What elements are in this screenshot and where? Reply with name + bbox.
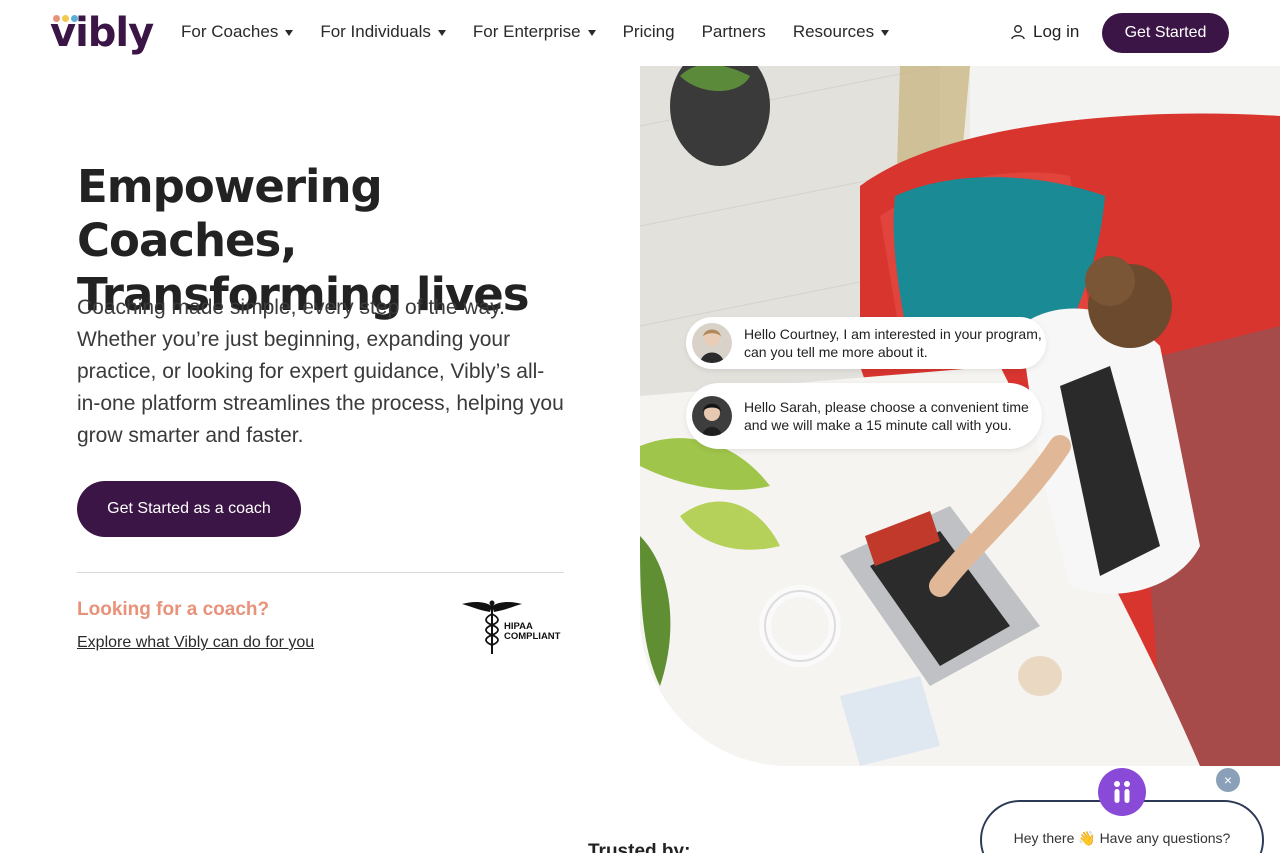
- nav-for-enterprise[interactable]: For Enterprise: [473, 21, 596, 43]
- chat-message: Hello Courtney, I am interested in your …: [744, 326, 1042, 360]
- explore-vibly-link[interactable]: Explore what Vibly can do for you: [77, 633, 314, 653]
- logo-dots: [51, 15, 81, 23]
- login-link[interactable]: Log in: [1010, 21, 1079, 43]
- chat-widget-close-button[interactable]: ×: [1216, 768, 1240, 792]
- get-started-coach-button[interactable]: Get Started as a coach: [77, 481, 301, 537]
- chat-bubble-courtney: Hello Courtney, I am interested in your …: [686, 317, 1046, 369]
- looking-for-coach-heading: Looking for a coach?: [77, 599, 270, 620]
- nav-for-coaches[interactable]: For Coaches: [181, 21, 294, 43]
- chat-bubble-sarah: Hello Sarah, please choose a convenient …: [686, 383, 1042, 449]
- get-started-button[interactable]: Get Started: [1102, 13, 1229, 53]
- chatbot-logo-icon: [1114, 781, 1130, 803]
- chat-widget-greeting: Hey there 👋 Have any questions?: [1013, 830, 1231, 846]
- vibly-logo[interactable]: vibly: [50, 10, 154, 56]
- user-icon: [1011, 25, 1025, 40]
- avatar: [692, 396, 732, 436]
- hero-description: Coaching made simple, every step of the …: [77, 296, 564, 447]
- chat-message: Hello Sarah, please choose a convenient …: [744, 399, 1029, 433]
- nav-resources[interactable]: Resources: [793, 21, 890, 43]
- hipaa-badge: HIPAA COMPLIANT: [460, 598, 564, 656]
- login-label: Log in: [1033, 22, 1080, 41]
- chat-widget-avatar[interactable]: [1098, 768, 1146, 816]
- caret-down-icon: [587, 30, 596, 36]
- caret-down-icon: [437, 30, 446, 36]
- site-header: vibly For Coaches For Individuals For En…: [0, 0, 1280, 66]
- main-nav: For Coaches For Individuals For Enterpri…: [181, 21, 916, 43]
- avatar: [692, 323, 732, 363]
- divider: [77, 572, 564, 573]
- caret-down-icon: [285, 30, 294, 36]
- nav-for-individuals[interactable]: For Individuals: [320, 21, 446, 43]
- nav-pricing[interactable]: Pricing: [623, 21, 675, 43]
- trusted-by-heading: Trusted by:: [588, 841, 691, 853]
- caret-down-icon: [881, 30, 890, 36]
- nav-partners[interactable]: Partners: [702, 21, 766, 43]
